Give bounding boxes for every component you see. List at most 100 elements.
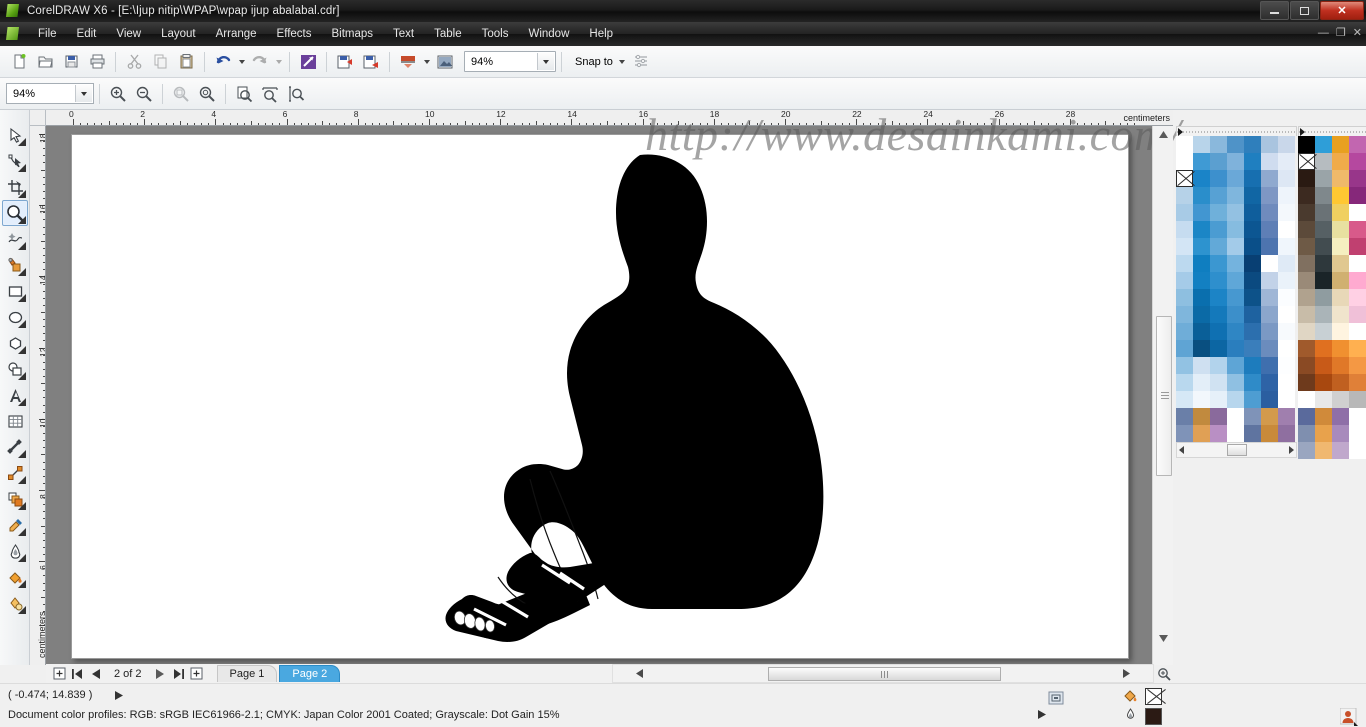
zoom-to-page-icon[interactable] (231, 81, 257, 107)
palette-no-fill-swatch[interactable] (1298, 153, 1315, 170)
palette-swatch[interactable] (1244, 136, 1261, 153)
palette-swatch[interactable] (1349, 425, 1366, 442)
palette-swatch[interactable] (1261, 238, 1278, 255)
palette-swatch[interactable] (1332, 170, 1349, 187)
palette-swatch[interactable] (1278, 255, 1295, 272)
last-page-button[interactable] (171, 666, 186, 681)
palette-swatch[interactable] (1244, 221, 1261, 238)
zoom-in-icon[interactable] (105, 81, 131, 107)
palette-swatch[interactable] (1176, 408, 1193, 425)
palette-swatch[interactable] (1332, 221, 1349, 238)
palette-swatch[interactable] (1193, 289, 1210, 306)
palette-swatch[interactable] (1349, 170, 1366, 187)
smart-fill-tool[interactable] (2, 252, 28, 278)
undo-icon[interactable] (210, 49, 236, 75)
palette-swatch[interactable] (1315, 238, 1332, 255)
palette-swatch[interactable] (1278, 238, 1295, 255)
palette-swatch[interactable] (1332, 289, 1349, 306)
cut-icon[interactable] (121, 49, 147, 75)
custom-palette-scroll-left-icon[interactable] (1179, 446, 1184, 454)
palette-swatch[interactable] (1349, 204, 1366, 221)
first-page-button[interactable] (70, 666, 85, 681)
palette-swatch[interactable] (1278, 153, 1295, 170)
palette-swatch[interactable] (1349, 153, 1366, 170)
palette-swatch[interactable] (1176, 204, 1193, 221)
palette-swatch[interactable] (1210, 425, 1227, 442)
palette-swatch[interactable] (1315, 357, 1332, 374)
palette-swatch[interactable] (1298, 255, 1315, 272)
palette-swatch[interactable] (1349, 221, 1366, 238)
palette-swatch[interactable] (1298, 425, 1315, 442)
palette-swatch[interactable] (1261, 170, 1278, 187)
palette-swatch[interactable] (1332, 255, 1349, 272)
scroll-right-icon[interactable] (1118, 665, 1135, 682)
palette-swatch[interactable] (1315, 170, 1332, 187)
fill-tool[interactable] (2, 564, 28, 590)
palette-swatch[interactable] (1278, 408, 1295, 425)
palette-swatch[interactable] (1315, 442, 1332, 459)
palette-swatch[interactable] (1210, 204, 1227, 221)
interactive-fill-tool[interactable] (2, 590, 28, 616)
document-close-button[interactable]: ✕ (1353, 26, 1362, 40)
application-launcher-icon[interactable] (395, 49, 421, 75)
export-icon[interactable] (332, 49, 358, 75)
palette-swatch[interactable] (1298, 272, 1315, 289)
connector-tool[interactable] (2, 460, 28, 486)
horizontal-scrollbar[interactable] (612, 664, 1154, 683)
palette-swatch[interactable] (1332, 408, 1349, 425)
palette-swatch[interactable] (1244, 255, 1261, 272)
palette-swatch[interactable] (1244, 408, 1261, 425)
palette-swatch[interactable] (1176, 357, 1193, 374)
palette-swatch[interactable] (1278, 306, 1295, 323)
palette-swatch[interactable] (1261, 204, 1278, 221)
default-palette-menu-icon[interactable] (1298, 126, 1310, 137)
outline-tool[interactable] (2, 538, 28, 564)
fill-color-icon[interactable] (1122, 688, 1138, 704)
palette-swatch[interactable] (1315, 425, 1332, 442)
palette-swatch[interactable] (1210, 272, 1227, 289)
palette-swatch[interactable] (1244, 272, 1261, 289)
palette-swatch[interactable] (1193, 221, 1210, 238)
palette-swatch[interactable] (1244, 170, 1261, 187)
palette-swatch[interactable] (1315, 323, 1332, 340)
palette-swatch[interactable] (1261, 357, 1278, 374)
palette-swatch[interactable] (1349, 391, 1366, 408)
palette-swatch[interactable] (1193, 170, 1210, 187)
palette-swatch[interactable] (1261, 374, 1278, 391)
palette-swatch[interactable] (1315, 306, 1332, 323)
palette-swatch[interactable] (1349, 340, 1366, 357)
palette-swatch[interactable] (1176, 323, 1193, 340)
palette-swatch[interactable] (1244, 306, 1261, 323)
palette-swatch[interactable] (1278, 187, 1295, 204)
snap-to-dropdown-icon[interactable] (617, 49, 628, 75)
palette-swatch[interactable] (1193, 153, 1210, 170)
custom-color-palette[interactable] (1176, 126, 1297, 458)
palette-swatch[interactable] (1244, 391, 1261, 408)
sitting-person-silhouette[interactable] (402, 147, 842, 657)
scroll-down-icon[interactable] (1153, 630, 1174, 647)
menu-view[interactable]: View (106, 25, 151, 43)
minimize-button[interactable] (1260, 1, 1289, 20)
palette-swatch[interactable] (1349, 374, 1366, 391)
menu-edit[interactable]: Edit (67, 25, 107, 43)
palette-swatch[interactable] (1349, 187, 1366, 204)
palette-swatch[interactable] (1278, 357, 1295, 374)
zoom-tool[interactable] (2, 200, 28, 226)
shape-tool[interactable] (2, 148, 28, 174)
add-page-before-icon[interactable] (52, 666, 67, 681)
palette-swatch[interactable] (1278, 221, 1295, 238)
palette-swatch[interactable] (1227, 289, 1244, 306)
palette-swatch[interactable] (1315, 289, 1332, 306)
palette-swatch[interactable] (1176, 272, 1193, 289)
palette-swatch[interactable] (1227, 357, 1244, 374)
palette-swatch[interactable] (1210, 323, 1227, 340)
scroll-up-icon[interactable] (1153, 126, 1174, 143)
palette-swatch[interactable] (1349, 238, 1366, 255)
palette-swatch[interactable] (1193, 408, 1210, 425)
polygon-tool[interactable] (2, 330, 28, 356)
palette-swatch[interactable] (1244, 238, 1261, 255)
custom-palette-grid[interactable] (1176, 136, 1297, 442)
palette-swatch[interactable] (1278, 425, 1295, 442)
property-zoom-dropdown-icon[interactable] (75, 85, 92, 102)
palette-swatch[interactable] (1176, 391, 1193, 408)
